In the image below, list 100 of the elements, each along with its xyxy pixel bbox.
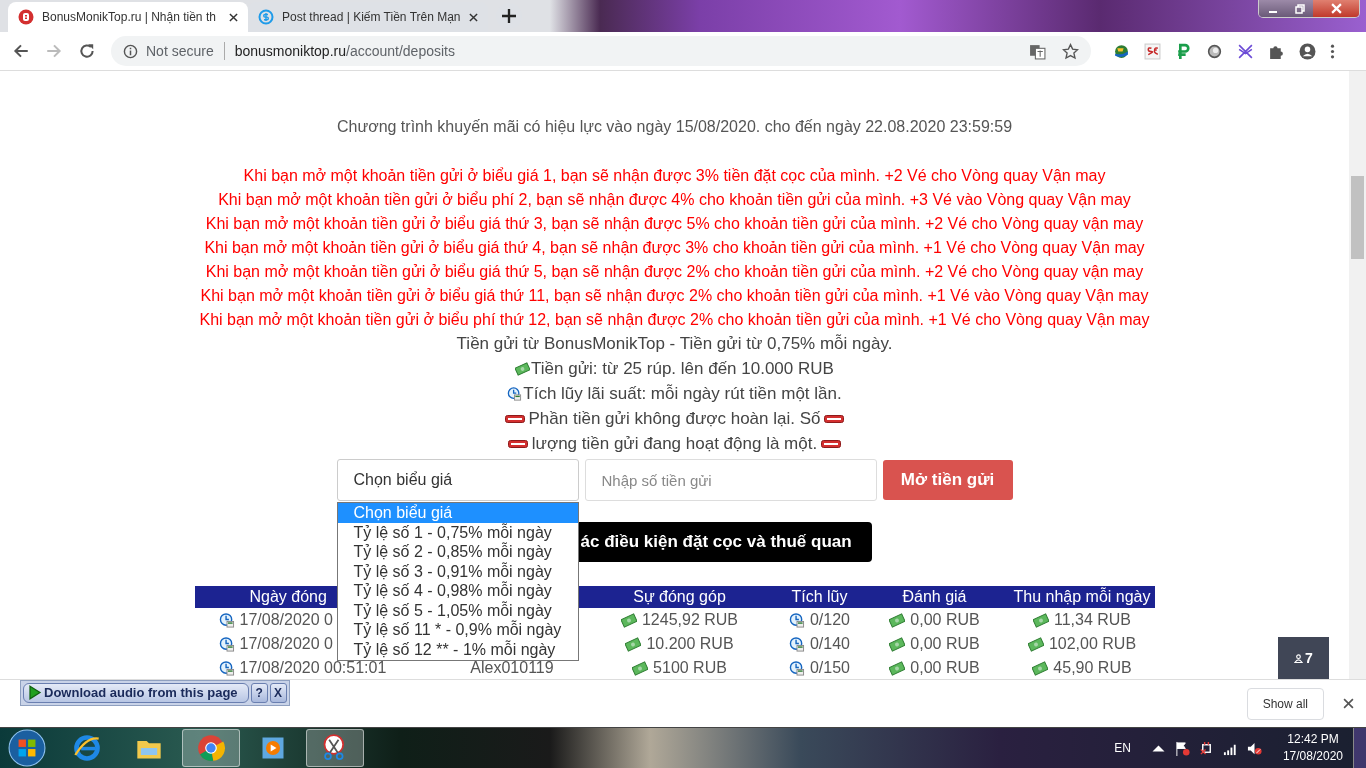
clock-icon [788,660,805,676]
promo-text: Khi bạn mở một khoản tiền gửi ở biểu giá 1, bạn sẽ nhận được 3% tiền đặt cọc của mình. +2 Vé cho Vòng quay Vận may [242,166,1107,186]
show-desktop-button[interactable] [1353,728,1366,768]
promo-text: Khi bạn mở một khoản tiền gửi ở biểu phí thứ 12, bạn sẽ nhận được 2% cho khoản tiền gửi của mình. +1 Vé cho Vòng quay Vận may [198,310,1151,330]
table-cell: 0/150 [809,659,850,677]
dropdown-option[interactable]: Tỷ lệ số 11 * - 0,9% mỗi ngày [337,620,578,640]
dropdown-option[interactable]: Tỷ lệ số 3 - 0,91% mỗi ngày [337,561,578,581]
show-all-button[interactable]: Show all [1246,687,1324,720]
info-icon [123,43,138,59]
column-header: Đánh giá [902,587,967,607]
translate-icon[interactable] [1029,42,1046,60]
money-icon [1027,636,1044,652]
close-icon[interactable] [1343,698,1354,709]
promo-period-text: Chương trình khuyến mãi có hiệu lực vào ngày 15/08/2020. cho đến ngày 22.08.2020 23:59:59 [335,118,1014,136]
money-icon [1032,660,1049,676]
taskbar-button[interactable] [306,729,364,767]
chrome-icon [197,734,225,762]
clock-time: 12:42 PM [1287,731,1339,748]
no-entry-icon [821,439,842,448]
close-button[interactable]: X [269,682,287,703]
muted-speaker-icon[interactable] [1246,740,1262,756]
info-text: Tích lũy lãi suất: mỗi ngày rút tiền một lần. [523,383,842,405]
help-button[interactable]: ? [250,682,268,703]
info-text: Tiền gửi: từ 25 rúp. lên đến 10.000 RUB [531,358,834,380]
restore-button[interactable] [1286,0,1313,17]
table-cell: 5100 RUB [653,659,727,677]
logo-icon [18,9,34,25]
clock-icon [788,612,805,628]
star-icon[interactable] [1062,42,1079,60]
dropdown-option[interactable]: Tỷ lệ số 1 - 0,75% mỗi ngày [337,522,578,542]
promo-text: Khi bạn mở một khoản tiền gửi ở biểu phí 2, bạn sẽ nhận được 4% cho khoản tiền gửi của mình. +3 Vé vào Vòng quay Vận may [217,190,1132,210]
table-cell: 11,34 RUB [1053,611,1132,629]
info-text: lượng tiền gửi đang hoạt động là một. [531,433,818,455]
security-label: Not secure [146,43,214,59]
clock-icon [218,660,235,676]
close-icon[interactable] [229,12,238,22]
column-header: Ngày đóng [249,587,327,607]
clock-date: 17/08/2020 [1282,748,1343,765]
start-button[interactable] [8,729,46,767]
table-cell: 102,00 RUB [1048,635,1137,653]
money-icon [889,612,906,628]
close-icon [1330,3,1342,14]
table-cell: 17/08/2020 00:51:01 [239,659,387,677]
online-users-button[interactable]: 7 [1278,637,1329,679]
column-header: Sự đóng góp [633,587,726,607]
open-deposit-button[interactable]: Mở tiền gửi [882,460,1013,500]
info-title: Tiền gửi từ BonusMonikTop - Tiền gửi từ 0,75% mỗi ngày. [455,333,894,355]
scrollbar[interactable] [1349,71,1366,679]
minimize-icon [1268,10,1277,13]
close-button[interactable] [1313,0,1359,17]
table-cell: Alex010119 [470,659,554,677]
table-cell: 10.200 RUB [646,635,734,653]
cross-arrows-icon[interactable] [1237,42,1254,60]
plan-select[interactable]: Chọn biểu giá [336,459,579,501]
promo-text: Khi bạn mở một khoản tiền gửi ở biểu giá thứ 3, bạn sẽ nhận được 5% cho khoản tiền gửi của mình. +2 Vé cho Vòng quay vận may [204,214,1145,234]
globe-icon[interactable] [1113,42,1130,60]
info-text: Phần tiền gửi không được hoàn lại. Số [528,408,821,430]
address-bar[interactable]: Not secure bonusmoniktop.ru/account/deposits [111,36,1091,66]
table-cell: 0/120 [809,611,850,629]
back-icon[interactable] [12,42,30,60]
close-icon[interactable] [469,12,478,22]
clock-icon [218,612,235,628]
money-icon [889,636,906,652]
flag-icon[interactable] [1174,740,1190,756]
ruble-icon[interactable] [1175,42,1192,60]
no-entry-icon [824,414,845,423]
dropdown-option[interactable]: Tỷ lệ số 5 - 1,05% mỗi ngày [337,600,578,620]
se-icon[interactable] [1144,42,1161,60]
no-entry-icon [504,414,525,423]
tab-title: Post thread | Kiếm Tiền Trên Mạn [282,10,461,24]
money-icon [1032,612,1049,628]
language-indicator[interactable]: EN [1114,741,1131,755]
conditions-button[interactable]: ác điều kiện đặt cọc và thuế quan [578,522,872,562]
clock[interactable]: 12:42 PM 17/08/2020 [1282,731,1343,765]
browser-tab[interactable]: BonusMonikTop.ru | Nhận tiền th [8,2,248,32]
url-text: bonusmoniktop.ru/account/deposits [234,43,455,59]
amount-field[interactable]: Nhập số tiền gửi [584,459,877,501]
play-icon [28,685,42,700]
table-cell: 0,00 RUB [910,635,980,653]
dropdown-option[interactable]: Tỷ lệ số 2 - 0,85% mỗi ngày [337,542,578,562]
minimize-button[interactable] [1259,0,1286,17]
dropdown-option[interactable]: Tỷ lệ số 4 - 0,98% mỗi ngày [337,581,578,601]
money-icon [889,660,906,676]
money-icon [625,636,642,652]
circle-icon[interactable] [1206,42,1223,60]
reload-icon[interactable] [78,42,96,60]
plus-icon [502,9,516,23]
profile-icon[interactable] [1299,42,1316,60]
menu-icon[interactable] [1330,42,1335,60]
column-header: Tích lũy [791,587,848,607]
dropdown-option[interactable]: Tỷ lệ số 12 ** - 1% mỗi ngày [337,639,578,659]
plug-icon[interactable] [1198,740,1214,756]
column-header: Thu nhập mỗi ngày [1013,586,1151,607]
user-icon [1294,653,1304,663]
table-cell: 0,00 RUB [910,611,980,629]
download-audio-button[interactable]: Download audio from this page [23,682,249,703]
promo-text: Khi bạn mở một khoản tiền gửi ở biểu giá thứ 11, bạn sẽ nhận được 2% cho khoản tiền gửi của mình. +1 Vé vào Vòng quay Vận may [199,286,1150,306]
browser-e-icon [73,734,101,762]
table-cell: 0/140 [809,635,850,653]
no-entry-icon [507,439,528,448]
